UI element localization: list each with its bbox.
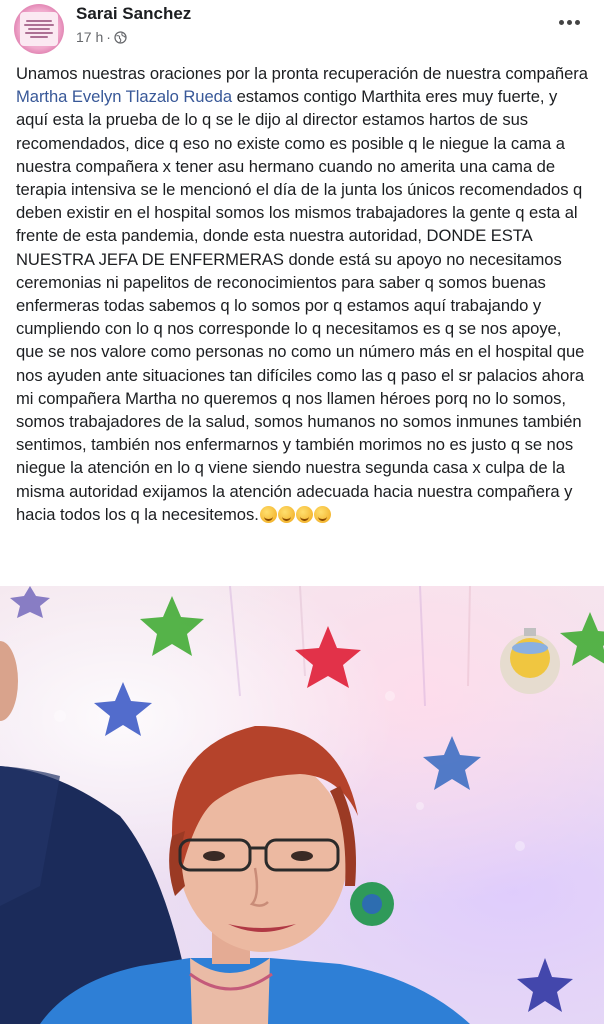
- more-dot-icon: [558, 19, 564, 25]
- meta-separator: ·: [106, 29, 111, 45]
- ornament-decoration: [500, 628, 560, 694]
- post-photo[interactable]: [0, 586, 604, 1024]
- more-options-button[interactable]: [556, 14, 582, 30]
- globe-icon: [114, 30, 127, 44]
- author-name[interactable]: Sarai Sanchez: [76, 4, 191, 24]
- post-header: Sarai Sanchez 17 h ·: [0, 0, 604, 60]
- star-decoration: [517, 958, 573, 1012]
- ornament-decoration: [350, 882, 394, 926]
- post-text-part: Unamos nuestras oraciones por la pronta …: [16, 64, 588, 83]
- avatar[interactable]: [14, 4, 64, 54]
- post-text: Unamos nuestras oraciones por la pronta …: [16, 62, 592, 526]
- star-decoration: [94, 682, 152, 736]
- post-time[interactable]: 17 h: [76, 29, 103, 45]
- avatar-image: [20, 12, 58, 46]
- post-meta: 17 h ·: [76, 29, 127, 45]
- post-text-part: estamos contigo Marthita eres muy fuerte…: [16, 87, 585, 524]
- worried-face-icon: [277, 505, 295, 523]
- photo-scene: [0, 586, 604, 1024]
- star-decoration: [140, 596, 204, 656]
- more-dot-icon: [574, 19, 580, 25]
- worried-face-icon: [295, 505, 313, 523]
- star-decoration: [10, 586, 50, 618]
- star-decoration: [560, 612, 604, 666]
- star-decoration: [423, 736, 481, 790]
- worried-face-icon: [313, 505, 331, 523]
- more-dot-icon: [566, 19, 572, 25]
- worried-face-icon: [259, 505, 277, 523]
- star-decoration: [295, 626, 361, 688]
- mention-link[interactable]: Martha Evelyn Tlazalo Rueda: [16, 87, 232, 106]
